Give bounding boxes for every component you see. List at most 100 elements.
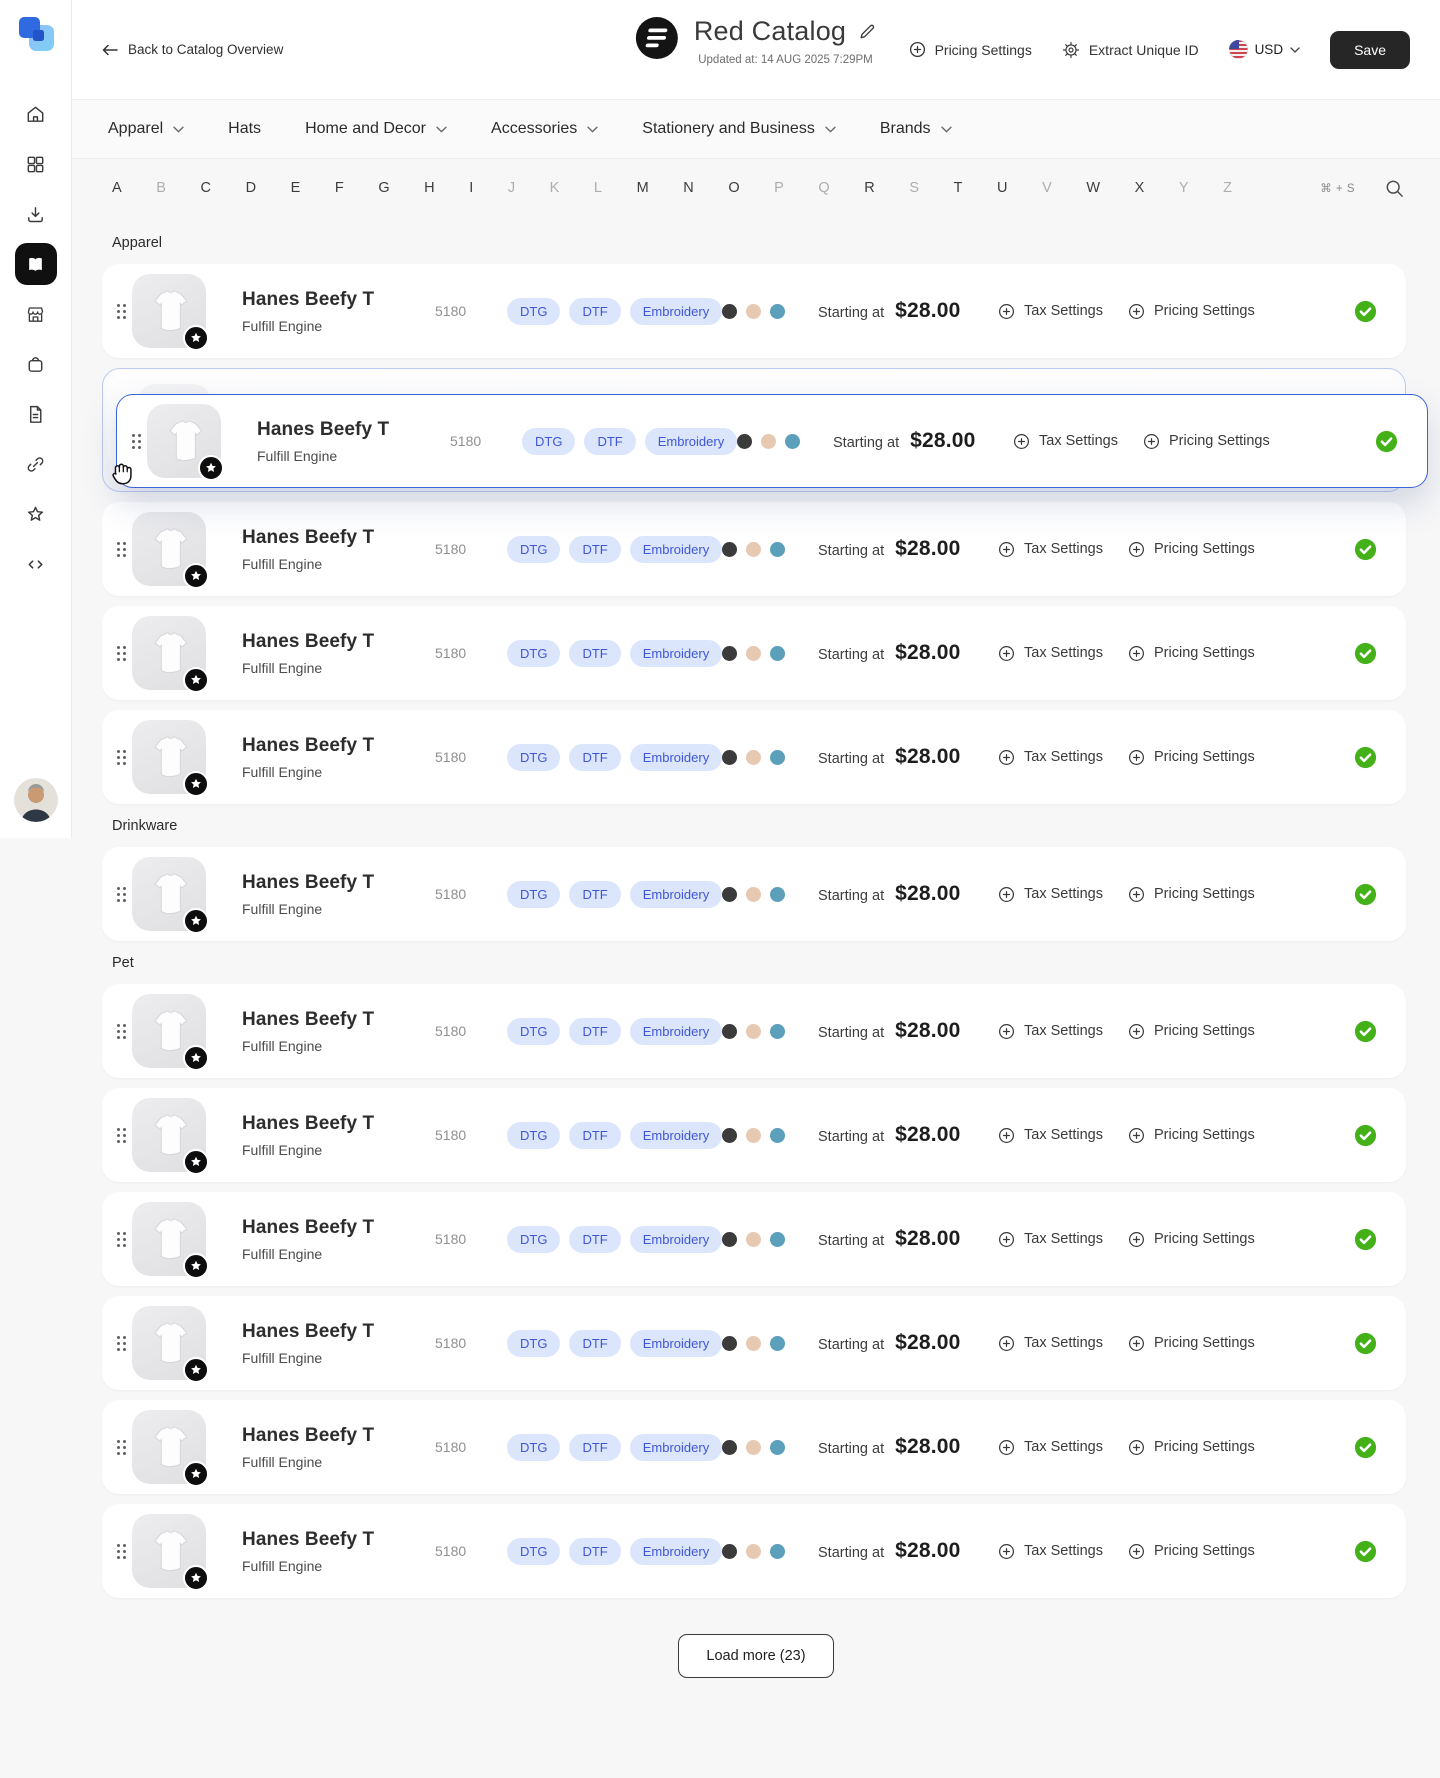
- pricing-settings-button[interactable]: Pricing Settings: [1128, 886, 1286, 903]
- alpha-letter-C[interactable]: C: [201, 180, 211, 196]
- tax-settings-button[interactable]: Tax Settings: [998, 303, 1128, 320]
- product-row[interactable]: Hanes Beefy T Fulfill Engine 5180 DTGDTF…: [102, 1400, 1406, 1494]
- alpha-letter-Q[interactable]: Q: [818, 180, 829, 196]
- alpha-letter-D[interactable]: D: [246, 180, 256, 196]
- enabled-check-icon[interactable]: [1353, 1019, 1394, 1044]
- alpha-letter-U[interactable]: U: [997, 180, 1007, 196]
- pricing-settings-button[interactable]: Pricing Settings: [1128, 1335, 1286, 1352]
- tax-settings-button[interactable]: Tax Settings: [998, 886, 1128, 903]
- enabled-check-icon[interactable]: [1353, 1539, 1394, 1564]
- alpha-letter-H[interactable]: H: [424, 180, 434, 196]
- drag-handle-icon[interactable]: [117, 542, 126, 557]
- tax-settings-button[interactable]: Tax Settings: [998, 1231, 1128, 1248]
- pricing-settings-button[interactable]: Pricing Settings: [1128, 1127, 1286, 1144]
- alpha-letter-R[interactable]: R: [864, 180, 874, 196]
- tab-brands[interactable]: Brands: [880, 120, 952, 138]
- nav-code-icon[interactable]: [15, 543, 57, 585]
- pricing-settings-button[interactable]: Pricing Settings: [1128, 1439, 1286, 1456]
- pricing-settings-button[interactable]: Pricing Settings: [1143, 433, 1301, 450]
- pricing-settings-button[interactable]: Pricing Settings: [1128, 541, 1286, 558]
- nav-store-icon[interactable]: [15, 293, 57, 335]
- tax-settings-button[interactable]: Tax Settings: [998, 1127, 1128, 1144]
- product-row[interactable]: Hanes Beefy T Fulfill Engine 5180 DTGDTF…: [102, 502, 1406, 596]
- nav-download-icon[interactable]: [15, 193, 57, 235]
- alpha-letter-T[interactable]: T: [954, 180, 963, 196]
- nav-shopping-bag-icon[interactable]: [15, 343, 57, 385]
- drag-handle-icon[interactable]: [117, 1024, 126, 1039]
- tax-settings-button[interactable]: Tax Settings: [998, 749, 1128, 766]
- drag-handle-icon[interactable]: [117, 887, 126, 902]
- enabled-check-icon[interactable]: [1353, 537, 1394, 562]
- nav-catalog-book-icon[interactable]: [15, 243, 57, 285]
- pricing-settings-button[interactable]: Pricing Settings: [1128, 645, 1286, 662]
- currency-select[interactable]: USD: [1229, 40, 1301, 59]
- enabled-check-icon[interactable]: [1353, 299, 1394, 324]
- user-avatar[interactable]: [14, 778, 58, 822]
- alpha-letter-E[interactable]: E: [291, 180, 301, 196]
- alpha-letter-K[interactable]: K: [550, 180, 560, 196]
- pricing-settings-button[interactable]: Pricing Settings: [1128, 1231, 1286, 1248]
- alpha-letter-O[interactable]: O: [728, 180, 739, 196]
- tax-settings-button[interactable]: Tax Settings: [998, 1023, 1128, 1040]
- tax-settings-button[interactable]: Tax Settings: [998, 1543, 1128, 1560]
- extract-unique-id-button[interactable]: Extract Unique ID: [1062, 41, 1199, 59]
- enabled-check-icon[interactable]: [1353, 641, 1394, 666]
- nav-link-icon[interactable]: [15, 443, 57, 485]
- alpha-letter-A[interactable]: A: [112, 180, 122, 196]
- save-button[interactable]: Save: [1330, 31, 1410, 69]
- alpha-letter-Z[interactable]: Z: [1223, 180, 1232, 196]
- alpha-letter-B[interactable]: B: [156, 180, 166, 196]
- edit-title-icon[interactable]: [858, 22, 877, 41]
- drag-handle-icon[interactable]: [117, 1232, 126, 1247]
- tax-settings-button[interactable]: Tax Settings: [998, 645, 1128, 662]
- enabled-check-icon[interactable]: [1353, 1435, 1394, 1460]
- alpha-letter-V[interactable]: V: [1042, 180, 1052, 196]
- product-row[interactable]: Hanes Beefy T Fulfill Engine 5180 DTGDTF…: [102, 847, 1406, 941]
- tax-settings-button[interactable]: Tax Settings: [998, 1439, 1128, 1456]
- pricing-settings-button[interactable]: Pricing Settings: [1128, 749, 1286, 766]
- tab-stationery-and-business[interactable]: Stationery and Business: [642, 120, 836, 138]
- back-link[interactable]: Back to Catalog Overview: [102, 42, 283, 57]
- enabled-check-icon[interactable]: [1353, 1331, 1394, 1356]
- drag-handle-icon[interactable]: [117, 646, 126, 661]
- alpha-letter-I[interactable]: I: [469, 180, 473, 196]
- app-logo-icon[interactable]: [16, 14, 56, 59]
- pricing-settings-button[interactable]: Pricing Settings: [909, 41, 1032, 58]
- product-row[interactable]: Hanes Beefy T Fulfill Engine 5180 DTGDTF…: [102, 710, 1406, 804]
- pricing-settings-button[interactable]: Pricing Settings: [1128, 303, 1286, 320]
- alpha-letter-N[interactable]: N: [683, 180, 693, 196]
- search-icon[interactable]: [1385, 179, 1404, 198]
- drag-handle-icon[interactable]: [117, 750, 126, 765]
- enabled-check-icon[interactable]: [1353, 1227, 1394, 1252]
- product-row[interactable]: Hanes Beefy T Fulfill Engine 5180 DTGDTF…: [102, 1504, 1406, 1598]
- drag-handle-icon[interactable]: [132, 434, 141, 449]
- product-row[interactable]: Hanes Beefy T Fulfill Engine 5180 DTGDTF…: [102, 984, 1406, 1078]
- nav-star-icon[interactable]: [15, 493, 57, 535]
- product-row[interactable]: Hanes Beefy T Fulfill Engine 5180 DTGDTF…: [102, 1192, 1406, 1286]
- drag-handle-icon[interactable]: [117, 1336, 126, 1351]
- alpha-letter-F[interactable]: F: [335, 180, 344, 196]
- tab-apparel[interactable]: Apparel: [108, 120, 184, 138]
- enabled-check-icon[interactable]: [1353, 1123, 1394, 1148]
- drag-handle-icon[interactable]: [117, 1544, 126, 1559]
- enabled-check-icon[interactable]: [1374, 429, 1415, 454]
- alpha-letter-M[interactable]: M: [637, 180, 649, 196]
- alpha-letter-X[interactable]: X: [1135, 180, 1145, 196]
- alpha-letter-G[interactable]: G: [378, 180, 389, 196]
- product-row[interactable]: Hanes Beefy T Fulfill Engine 5180 DTGDTF…: [102, 1088, 1406, 1182]
- enabled-check-icon[interactable]: [1353, 882, 1394, 907]
- nav-home-icon[interactable]: [15, 93, 57, 135]
- dragged-product-row[interactable]: Hanes Beefy T Fulfill Engine 5180 DTGDTF…: [116, 394, 1428, 488]
- product-row[interactable]: Hanes Beefy T Fulfill Engine 5180 DTGDTF…: [102, 264, 1406, 358]
- alpha-letter-P[interactable]: P: [774, 180, 784, 196]
- alpha-letter-J[interactable]: J: [508, 180, 515, 196]
- drag-handle-icon[interactable]: [117, 1128, 126, 1143]
- pricing-settings-button[interactable]: Pricing Settings: [1128, 1023, 1286, 1040]
- alpha-letter-L[interactable]: L: [594, 180, 602, 196]
- load-more-button[interactable]: Load more (23): [678, 1634, 833, 1678]
- tax-settings-button[interactable]: Tax Settings: [998, 541, 1128, 558]
- tab-accessories[interactable]: Accessories: [491, 120, 598, 138]
- nav-dashboard-grid-icon[interactable]: [15, 143, 57, 185]
- tax-settings-button[interactable]: Tax Settings: [1013, 433, 1143, 450]
- nav-document-icon[interactable]: [15, 393, 57, 435]
